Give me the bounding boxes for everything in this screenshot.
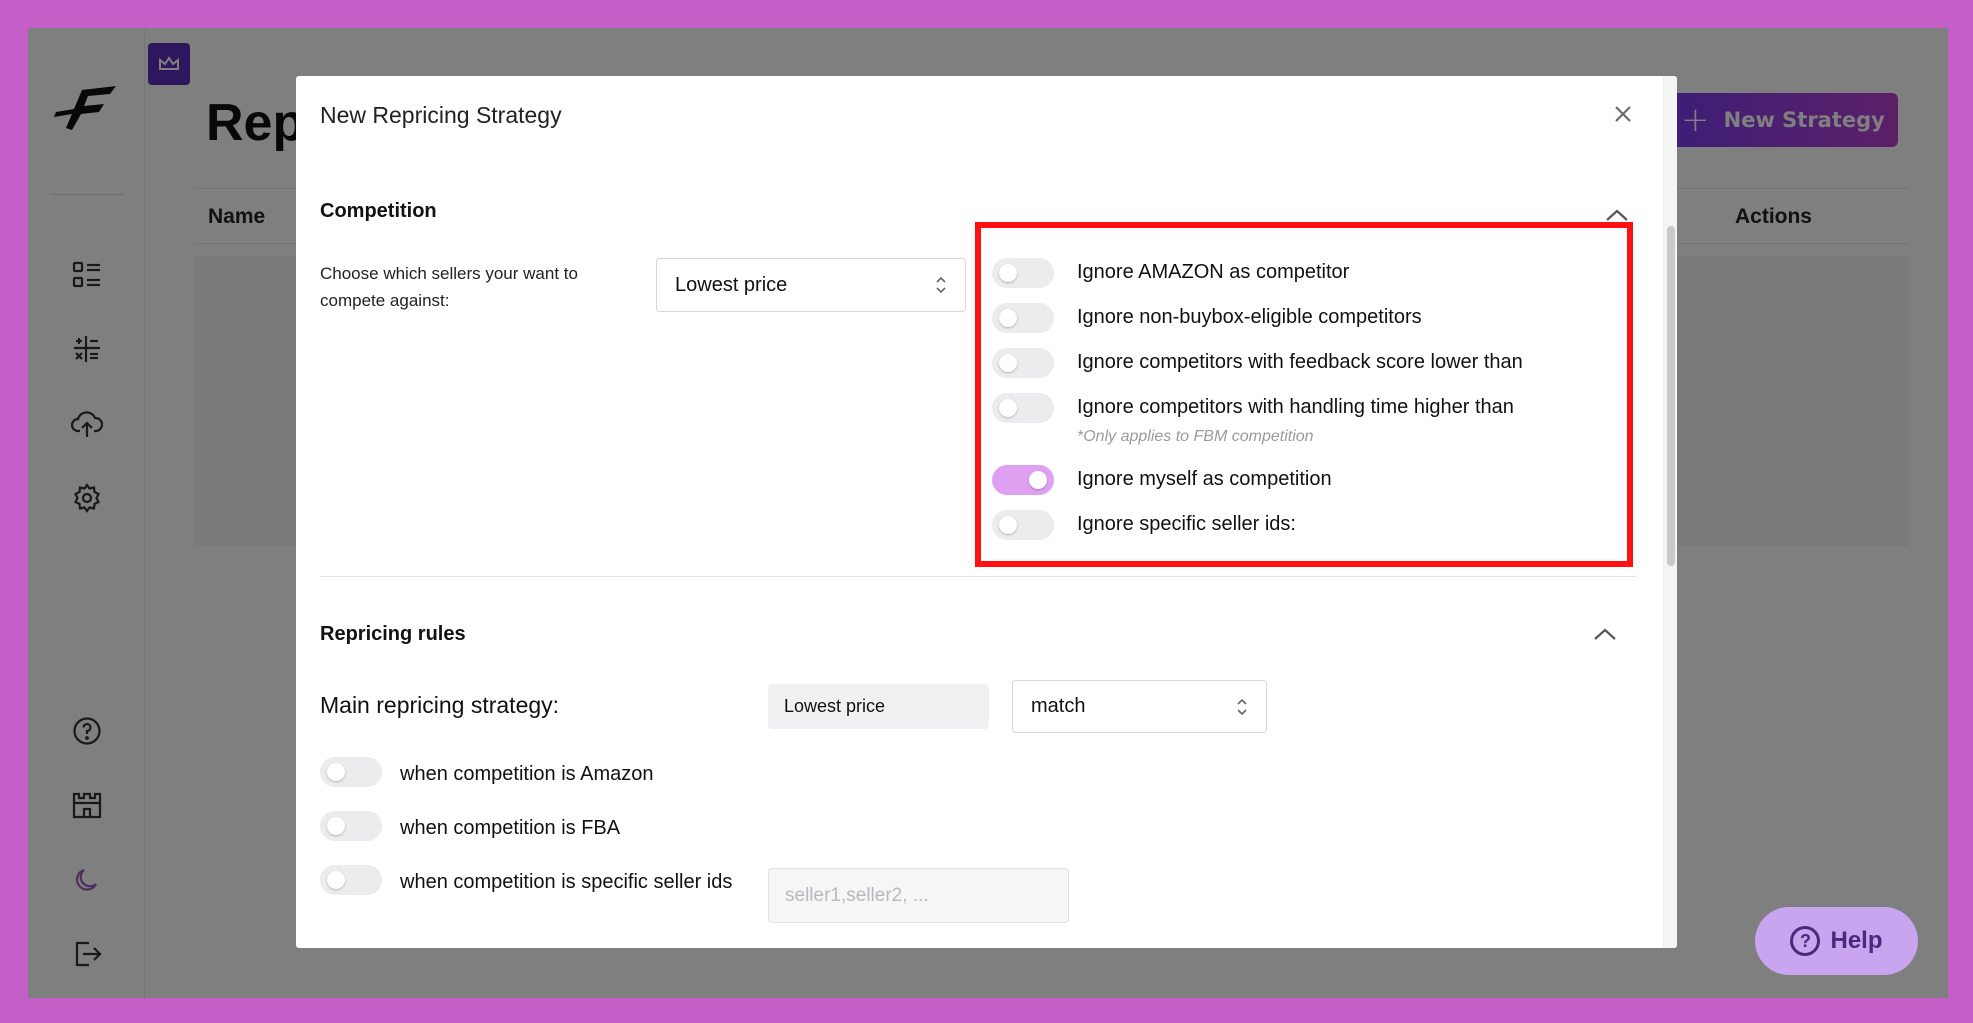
toggle-competition-amazon[interactable] [320,757,382,787]
close-icon[interactable] [1611,102,1635,126]
modal-scrollbar[interactable] [1663,76,1677,948]
toggle-competition-seller-ids[interactable] [320,865,382,895]
section-divider [320,576,1636,577]
rule-label: when competition is FBA [400,817,621,839]
main-strategy-label: Main repricing strategy: [320,692,560,718]
match-select-value: match [1031,695,1086,717]
rule-label: when competition is Amazon [400,763,654,785]
modal-title: New Repricing Strategy [320,102,562,128]
sellers-label: Choose which sellers your want to compet… [320,264,578,310]
chevron-up-icon[interactable] [1592,626,1618,642]
competition-section-title: Competition [320,200,437,222]
main-strategy-readonly: Lowest price [768,684,989,729]
toggle-competition-fba[interactable] [320,811,382,841]
select-updown-icon [936,276,946,294]
modal-scrollbar-thumb[interactable] [1667,226,1675,566]
chevron-up-icon[interactable] [1604,207,1630,223]
highlight-box [975,222,1633,567]
rule-label: when competition is specific seller ids [400,871,733,893]
question-icon: ? [1790,926,1821,956]
help-button[interactable]: ? Help [1755,907,1918,975]
seller-ids-input[interactable]: seller1,seller2, ... [768,868,1069,923]
select-updown-icon [1237,698,1247,715]
help-label: Help [1830,927,1883,954]
sellers-select-value: Lowest price [675,273,788,296]
sellers-select[interactable]: Lowest price [656,258,966,312]
repricing-rules-section-title: Repricing rules [320,623,466,645]
match-select[interactable]: match [1012,680,1267,733]
